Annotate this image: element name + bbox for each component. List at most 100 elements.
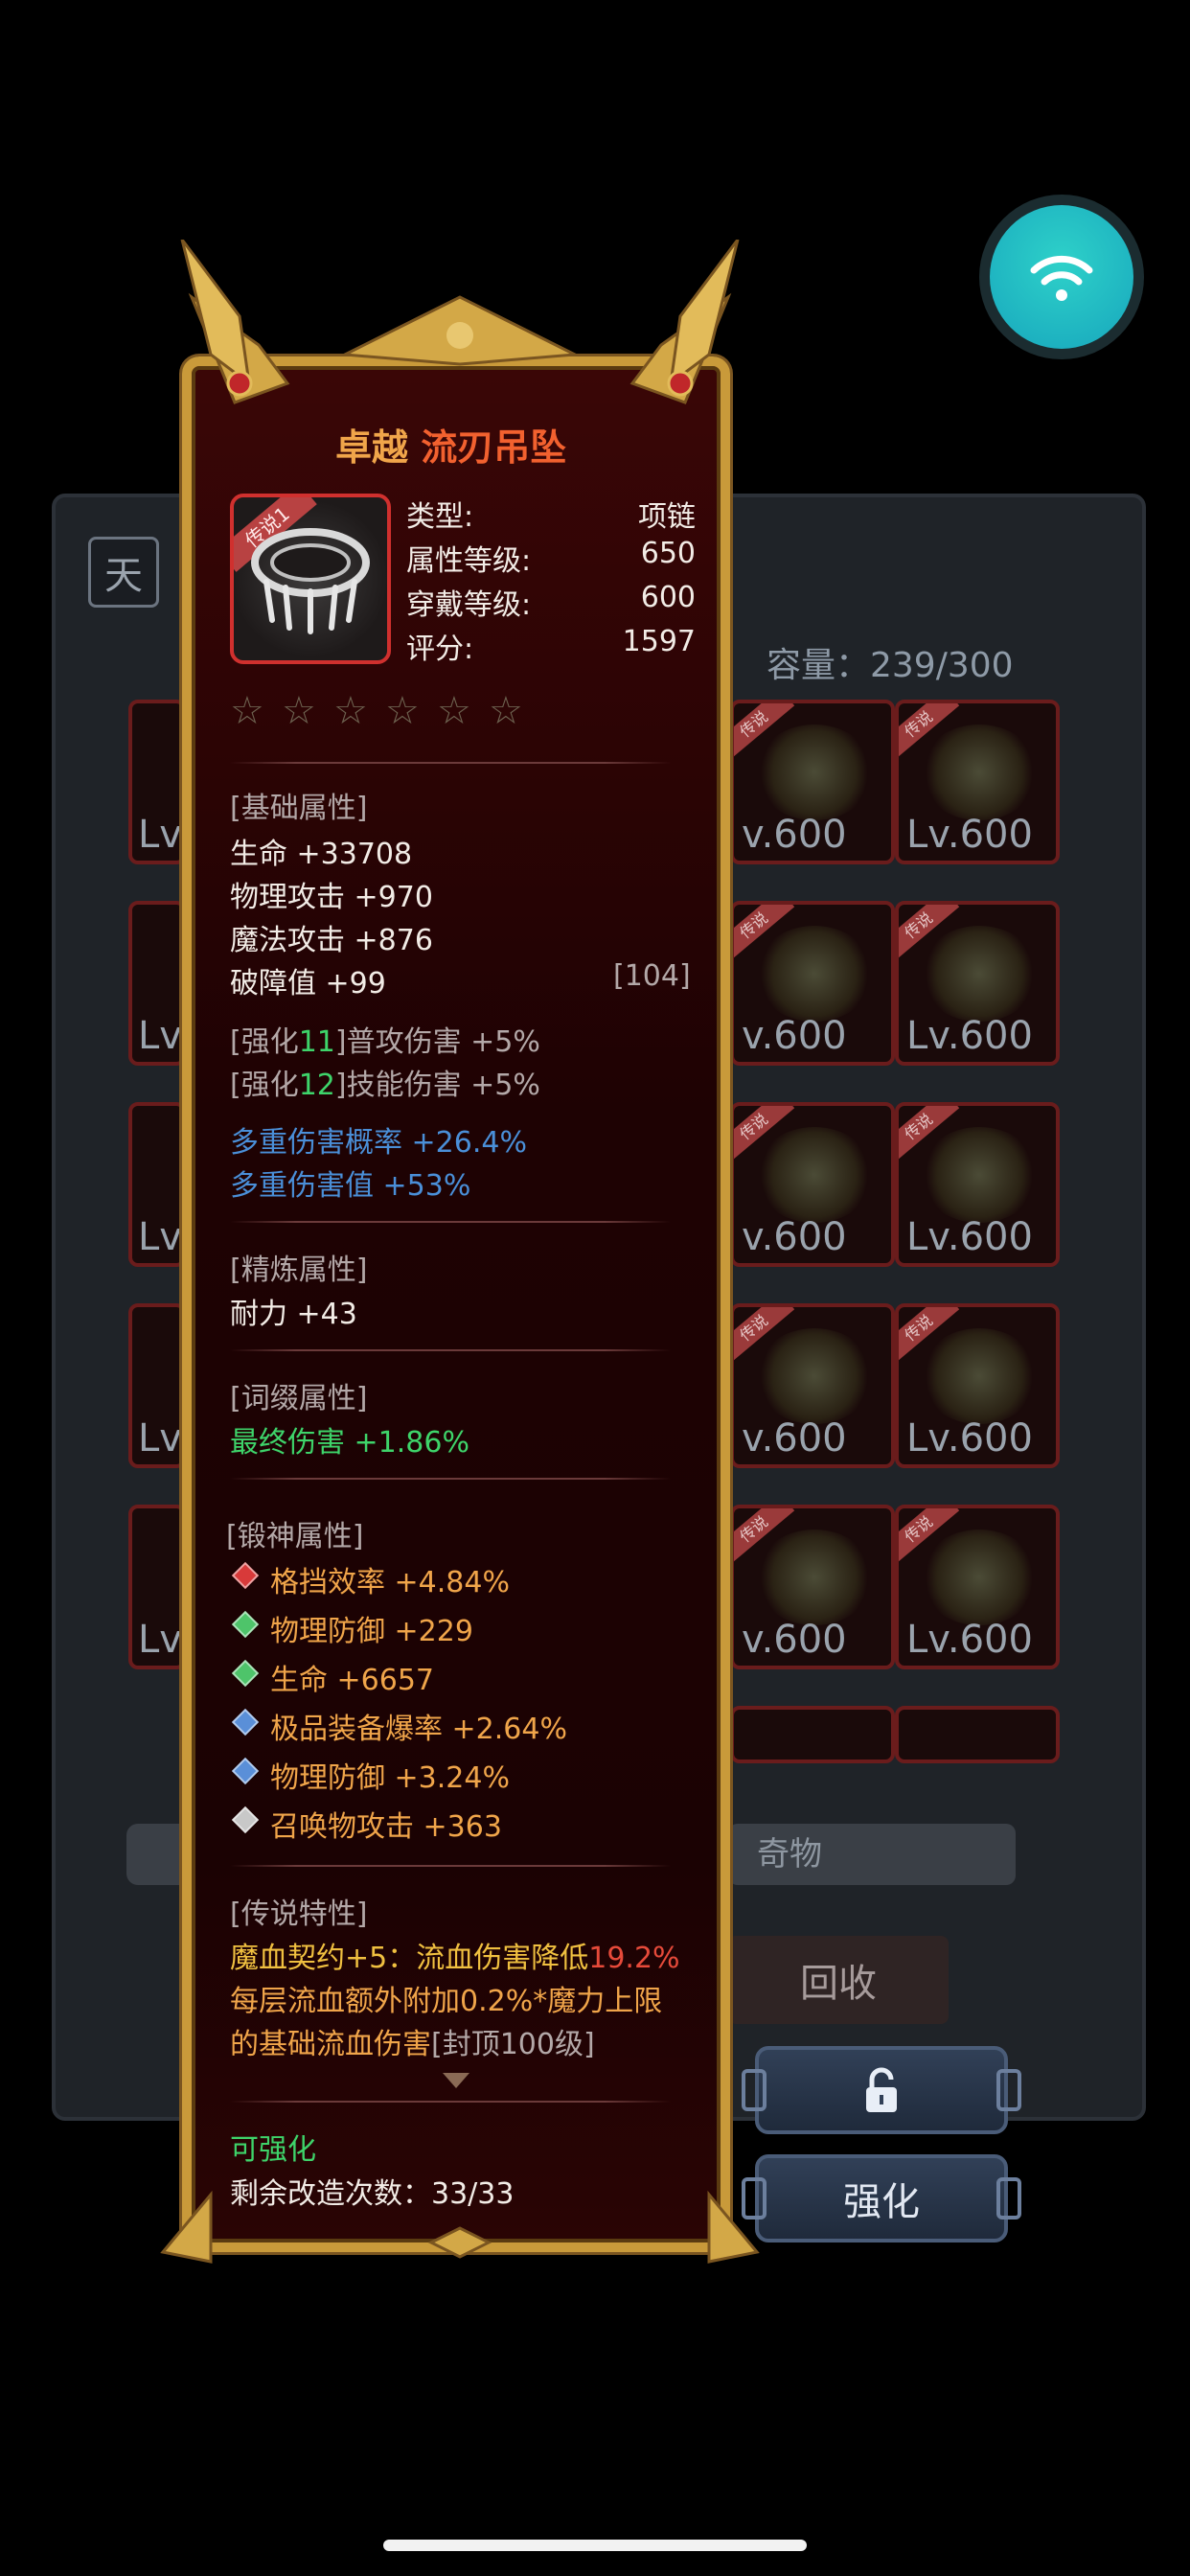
inventory-slot[interactable]: 传说 Lv.600 [895, 1303, 1060, 1468]
equipment-icon [920, 1530, 1039, 1625]
slot-level: Lv [138, 1416, 182, 1460]
item-thumbnail: 传说1 [230, 494, 391, 664]
forge-stat: 生命 +6657 [270, 1664, 435, 1697]
forge-stat: 物理防御 +229 [270, 1615, 473, 1648]
slot-level: Lv.600 [906, 1215, 1033, 1259]
info-label: 穿戴等级: [406, 588, 532, 622]
enhance-line: [强化12]技能伤害 +5% [230, 1069, 540, 1102]
inventory-slot[interactable]: Lv [128, 700, 186, 864]
divider [230, 762, 671, 764]
slot-level: v.600 [742, 1014, 847, 1058]
equipment-icon [755, 1127, 874, 1223]
inventory-slot[interactable]: 传说 v.600 [730, 700, 895, 864]
divider [230, 2101, 671, 2103]
divider [230, 1478, 671, 1480]
info-value: 1597 [622, 625, 696, 658]
tab-curios[interactable]: 奇物 [728, 1824, 1016, 1885]
forge-stat: 物理防御 +3.24% [270, 1761, 510, 1795]
star-icon: ☆ [489, 689, 523, 733]
base-stat: 魔法攻击 +876 [230, 924, 433, 957]
info-label: 评分: [406, 632, 474, 666]
inventory-slot[interactable]: 传说 v.600 [730, 1505, 895, 1669]
forge-title: [锻神属性] [226, 1520, 364, 1553]
inventory-slot[interactable]: Lv [128, 901, 186, 1066]
inventory-slot[interactable]: 传说 v.600 [730, 1303, 895, 1468]
inventory-slot[interactable]: 传说 Lv.600 [895, 700, 1060, 864]
recycle-button[interactable]: 回收 [728, 1936, 949, 2024]
item-title: 卓越 流刃吊坠 [335, 418, 566, 471]
equipment-icon [920, 926, 1039, 1022]
legend-title: [传说特性] [230, 1898, 368, 1931]
enhance-button[interactable]: 强化 [742, 2154, 1021, 2242]
slot-level: Lv.600 [906, 1014, 1033, 1058]
equipment-icon [920, 1328, 1039, 1424]
enhance-line: [强化11]普攻伤害 +5% [230, 1025, 540, 1059]
info-label: 类型: [406, 500, 474, 534]
slot-level: Lv.600 [906, 1618, 1033, 1662]
slot-level: v.600 [742, 813, 847, 857]
base-stat: 生命 +33708 [230, 838, 413, 871]
slot-level: v.600 [742, 1215, 847, 1259]
multi-stat: 多重伤害值 +53% [230, 1169, 471, 1203]
inventory-slot[interactable]: Lv [128, 1102, 186, 1267]
wifi-float-button[interactable] [979, 195, 1144, 359]
info-value: 项链 [638, 500, 696, 534]
sky-icon[interactable]: 天 [88, 537, 159, 608]
star-icon: ☆ [437, 689, 471, 733]
base-attr-title: [基础属性] [230, 792, 368, 825]
unlock-icon [866, 2067, 897, 2112]
legend-line: 魔血契约+5：流血伤害降低19.2% [230, 1942, 680, 1975]
inventory-slot[interactable]: 传说 v.600 [730, 1102, 895, 1267]
affix-stat: 最终伤害 +1.86% [230, 1426, 469, 1460]
inventory-slot[interactable] [895, 1706, 1060, 1763]
base-stat: 破障值 +99 [230, 967, 386, 1000]
lock-button[interactable] [742, 2046, 1021, 2134]
equipment-icon [920, 724, 1039, 820]
divider [230, 1221, 671, 1223]
info-value: 650 [640, 537, 696, 570]
affix-title: [词缀属性] [230, 1382, 368, 1415]
base-stat: 物理攻击 +970 [230, 881, 433, 914]
divider [230, 1349, 671, 1351]
inventory-slot[interactable]: 传说 v.600 [730, 901, 895, 1066]
inventory-slot[interactable]: 传说 Lv.600 [895, 901, 1060, 1066]
star-icon: ☆ [333, 689, 368, 733]
forge-stat: 召唤物攻击 +363 [270, 1810, 502, 1844]
refine-title: [精炼属性] [230, 1254, 368, 1287]
slot-level: Lv.600 [906, 1416, 1033, 1460]
can-enhance-label: 可强化 [230, 2133, 316, 2167]
necklace-icon [251, 528, 370, 634]
inventory-slot[interactable]: Lv [128, 1303, 186, 1468]
star-icon: ☆ [230, 689, 264, 733]
forge-stat: 极品装备爆率 +2.64% [270, 1713, 567, 1746]
legend-line: 每层流血额外附加0.2%*魔力上限 [230, 1985, 663, 2018]
info-label: 属性等级: [406, 544, 532, 578]
home-indicator[interactable] [383, 2540, 807, 2551]
equipment-icon [755, 724, 874, 820]
inventory-slot[interactable]: Lv [128, 1505, 186, 1669]
slot-level: Lv [138, 1618, 182, 1662]
inventory-slot[interactable]: 传说 Lv.600 [895, 1505, 1060, 1669]
star-icon: ☆ [385, 689, 420, 733]
refine-stat: 耐力 +43 [230, 1298, 357, 1331]
inventory-slot[interactable] [730, 1706, 895, 1763]
inventory-slot[interactable]: 传说 Lv.600 [895, 1102, 1060, 1267]
divider [230, 1865, 671, 1867]
wifi-icon [1030, 255, 1093, 301]
info-value: 600 [640, 581, 696, 614]
item-quality: 卓越 [335, 426, 409, 469]
remaining-reforge-label: 剩余改造次数：33/33 [230, 2177, 515, 2211]
slot-level: Lv [138, 1215, 182, 1259]
forge-stat: 格挡效率 +4.84% [270, 1566, 510, 1599]
equipment-icon [755, 1530, 874, 1625]
multi-stat: 多重伤害概率 +26.4% [230, 1126, 527, 1160]
slot-level: Lv [138, 813, 182, 857]
chevron-down-icon [443, 2073, 469, 2088]
slot-level: Lv [138, 1014, 182, 1058]
equipment-icon [755, 1328, 874, 1424]
slot-level: v.600 [742, 1416, 847, 1460]
legend-line: 的基础流血伤害[封顶100级] [230, 2028, 595, 2061]
slot-level: v.600 [742, 1618, 847, 1662]
equipment-icon [920, 1127, 1039, 1223]
base-stat-extra: [104] [613, 959, 691, 993]
